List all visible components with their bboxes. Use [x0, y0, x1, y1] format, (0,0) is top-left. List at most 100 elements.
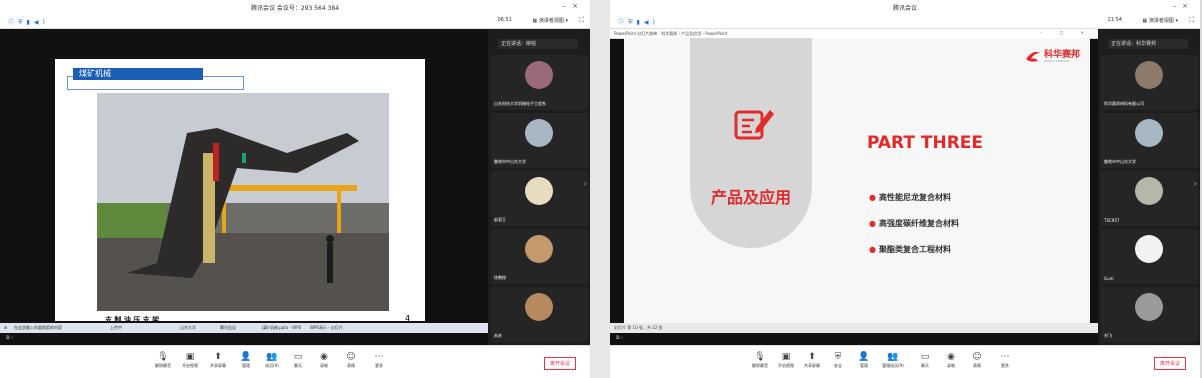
share-screen-button[interactable]: ⬆ 共享屏幕 [205, 351, 231, 369]
chat-button[interactable]: ▭ 聊天 [912, 351, 938, 369]
video-button[interactable]: ▣ 开启视频 [177, 351, 203, 369]
minimize-icon[interactable]: – [1173, 2, 1183, 10]
shield-icon[interactable]: ⛨ [18, 19, 27, 26]
participant-tile[interactable]: 赵君王 [491, 171, 588, 226]
share-screen-button[interactable]: ⬆ 共享屏幕 [799, 351, 825, 369]
bullet-item: ● 聚酯类复合工程材料 [869, 245, 951, 254]
more-icon: ⋯ [1000, 352, 1010, 362]
bullet-item: ● 高强度碳纤维复合材料 [869, 219, 959, 228]
taskbar-item[interactable]: 腾讯会议 [220, 325, 236, 331]
participant-name: 鲁地市中山东大学 [494, 159, 526, 164]
start-icon[interactable]: ⊞ [4, 325, 7, 330]
screen-icon[interactable]: ⧉ [6, 335, 10, 341]
chat-icon: ▭ [293, 352, 303, 362]
manage-button[interactable]: 👤 管理 [851, 351, 877, 369]
close-icon[interactable]: × [572, 2, 584, 10]
chevron-left-icon[interactable]: › [584, 179, 587, 188]
leave-meeting-button[interactable]: 离开会议 [1153, 357, 1186, 370]
camera-icon: ▣ [781, 352, 791, 362]
meeting-clock: 06:51 [497, 17, 512, 23]
status-icons: ⓘ⛨▮◀) [8, 17, 49, 27]
section-title: 产品及应用 [710, 188, 791, 207]
window-controls[interactable]: –× [1173, 2, 1194, 10]
security-button[interactable]: ⛨ 安全 [825, 351, 851, 369]
taskbar-item[interactable]: 煤矿机械.pptx - WPS [262, 325, 301, 331]
video-button[interactable]: ▣ 开启视频 [773, 351, 799, 369]
slide: 产品及应用 科华赛邦 KEHUA SAIBANG PART THREE ● 高性能… [624, 38, 1090, 323]
speaker-icon[interactable]: ◀) [34, 19, 49, 26]
slide-counter: 幻灯片 第 10 张，共 22 张 [614, 325, 663, 330]
taskbar-item[interactable]: 上传中 [110, 325, 122, 331]
bullet-dot-icon: ● [869, 219, 876, 228]
avatar [525, 61, 553, 89]
mini-toolbar[interactable]: ⧉ ‹ [6, 335, 13, 341]
chevron-left-icon[interactable]: › [1194, 179, 1197, 188]
participant-tile[interactable]: 山东科技大学机械电子工程系 [491, 55, 588, 110]
more-button[interactable]: ⋯ 更多 [366, 351, 392, 369]
camera-icon: ▣ [185, 352, 195, 362]
members-button[interactable]: 👥 管理成员(9) [880, 351, 906, 369]
record-icon: ◉ [320, 352, 328, 362]
avatar [525, 293, 553, 321]
taskbar-item[interactable]: WPS演示 - 幻灯片 [310, 325, 343, 331]
participant-name: 徐教授 [494, 275, 506, 280]
info-icon[interactable]: ⓘ [8, 19, 18, 26]
avatar [1135, 61, 1163, 89]
participant-tile[interactable]: 刘飞 [1101, 287, 1198, 342]
info-icon[interactable]: ⓘ [618, 19, 628, 26]
logo-mark-icon [1026, 51, 1040, 62]
emoji-button[interactable]: ☺ 表情 [338, 351, 364, 369]
avatar [525, 235, 553, 263]
layout-toggle[interactable]: ▦ 演讲者视图 ▾ [533, 17, 568, 24]
people-icon: 👥 [887, 352, 899, 362]
avatar [525, 119, 553, 147]
taskbar-search[interactable]: 在这里输入你要搜索的内容 [14, 325, 62, 331]
fullscreen-icon[interactable]: ⛶ [1189, 16, 1194, 25]
window-controls[interactable]: –× [563, 2, 584, 10]
participant-tile[interactable]: Gum [1101, 229, 1198, 284]
screen-icon[interactable]: ⧉ [616, 335, 620, 341]
participant-name: 鲁地市中山东大学 [1104, 159, 1136, 164]
record-button[interactable]: ◉ 录制 [311, 351, 337, 369]
minimize-icon[interactable]: – [563, 2, 573, 10]
more-button[interactable]: ⋯ 更多 [992, 351, 1018, 369]
taskbar-item[interactable]: 山东大学 [180, 325, 196, 331]
logo-subtext: KEHUA SAIBANG [1044, 59, 1069, 63]
manage-button[interactable]: 👤 管理 [233, 351, 259, 369]
shield-icon[interactable]: ⛨ [628, 19, 637, 26]
layout-toggle[interactable]: ▦ 演讲者视图 ▾ [1143, 17, 1178, 24]
mute-button[interactable]: 🎙 解除静音 [747, 351, 773, 369]
participant-tile[interactable]: 鲁地市中山东大学 [1101, 113, 1198, 168]
record-button[interactable]: ◉ 录制 [938, 351, 964, 369]
mini-toolbar[interactable]: ⧉ ‹ [616, 335, 623, 341]
mute-button[interactable]: 🎙 解除静音 [150, 351, 176, 369]
microphone-icon: 🎙 [157, 352, 169, 362]
avatar [1135, 177, 1163, 205]
person-icon: 👤 [858, 352, 870, 362]
avatar [525, 177, 553, 205]
people-icon: 👥 [266, 352, 278, 362]
speaker-icon[interactable]: ◀) [644, 19, 659, 26]
participant-tile[interactable]: TSC957 [1101, 171, 1198, 226]
chat-button[interactable]: ▭ 聊天 [285, 351, 311, 369]
leave-meeting-button[interactable]: 离开会议 [543, 357, 576, 370]
more-icon: ⋯ [374, 352, 384, 362]
participant-tile[interactable]: 鲁地市中山东大学 [491, 113, 588, 168]
close-icon[interactable]: × [1182, 2, 1194, 10]
meeting-top-bar: ⓘ⛨▮◀) 21:54 ▦ 演讲者视图 ▾ ⛶ [610, 14, 1200, 29]
participant-name: Gum [1104, 276, 1114, 281]
participant-tile[interactable]: 科华赛邦材料有限公司 [1101, 55, 1198, 110]
record-icon: ◉ [947, 352, 955, 362]
participant-tile[interactable]: 苏苏 [491, 287, 588, 342]
ppt-status-bar: 幻灯片 第 10 张，共 22 张 [610, 323, 1098, 333]
ppt-title: PowerPoint 幻灯片放映 - 科华赛邦 - 产品及应用 - PowerP… [614, 31, 728, 36]
ppt-window-controls[interactable]: – ▢ × [1040, 30, 1092, 35]
members-button[interactable]: 👥 成员(9) [259, 351, 285, 369]
participant-tile[interactable]: 徐教授 [491, 229, 588, 284]
participant-name: 刘飞 [1104, 333, 1112, 338]
microphone-icon: 🎙 [754, 352, 766, 362]
emoji-button[interactable]: ☺ 表情 [964, 351, 990, 369]
meeting-clock: 21:54 [1107, 17, 1122, 23]
participant-name: TSC957 [1104, 218, 1120, 223]
fullscreen-icon[interactable]: ⛶ [579, 16, 584, 25]
